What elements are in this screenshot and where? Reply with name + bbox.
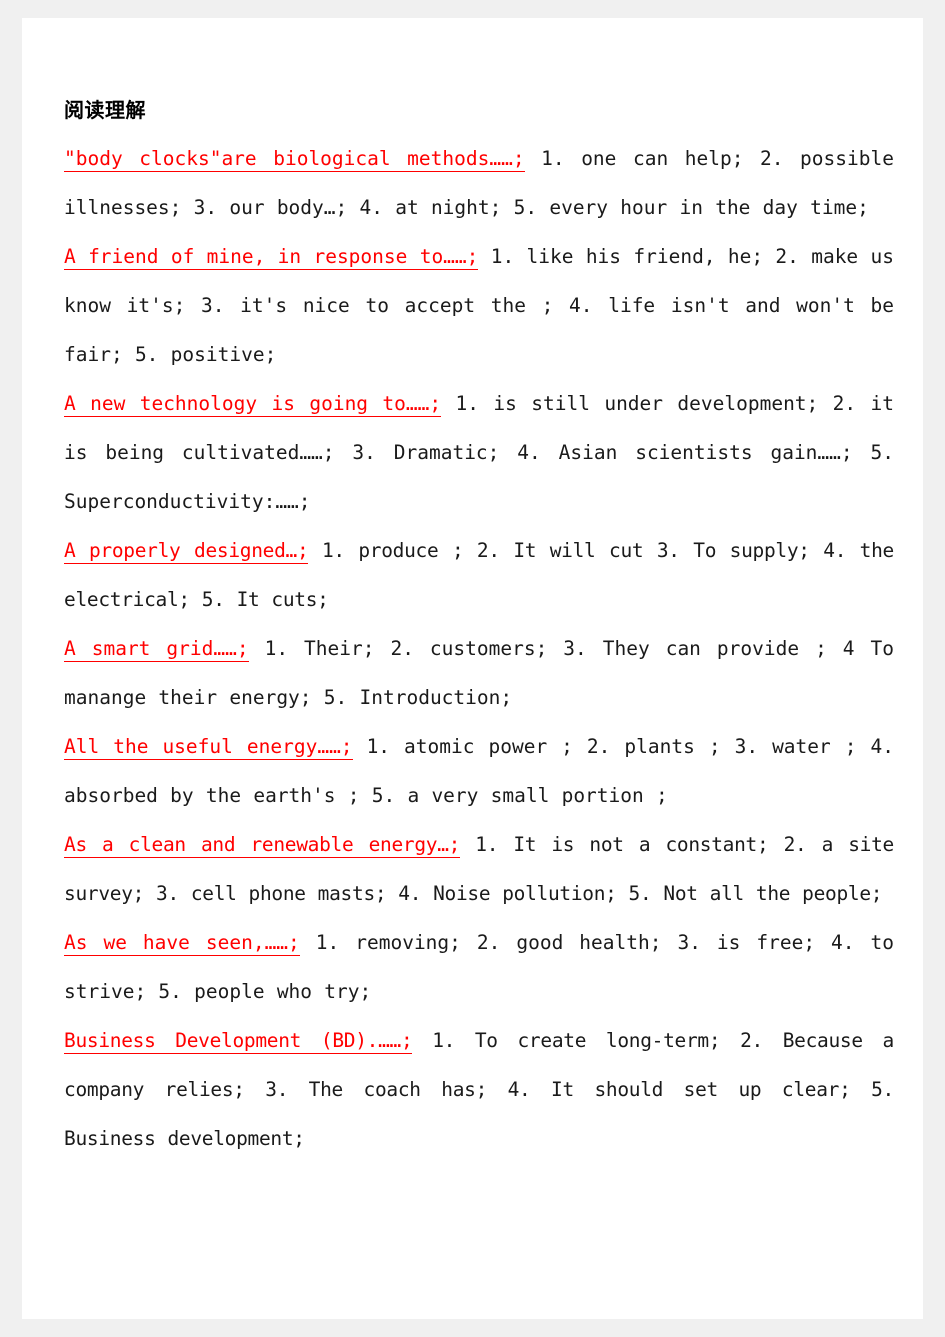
entry-title: As we have seen,……; (64, 931, 300, 956)
entry-item: A properly designed…; 1. produce ; 2. It… (64, 526, 894, 624)
entry-title: A properly designed…; (64, 539, 309, 564)
entry-item: Business Development (BD).……; 1. To crea… (64, 1016, 894, 1163)
entry-item: As we have seen,……; 1. removing; 2. good… (64, 918, 894, 1016)
entry-item: A friend of mine, in response to……; 1. l… (64, 232, 894, 379)
entry-title: A friend of mine, in response to……; (64, 245, 479, 270)
document-page: 阅读理解 "body clocks"are biological methods… (22, 18, 923, 1319)
entry-title: As a clean and renewable energy…; (64, 833, 461, 858)
entry-item: A smart grid……; 1. Their; 2. customers; … (64, 624, 894, 722)
entry-title: Business Development (BD).……; (64, 1029, 413, 1054)
entry-title: A new technology is going to……; (64, 392, 442, 417)
section-heading: 阅读理解 (64, 98, 146, 122)
entry-title: All the useful energy……; (64, 735, 353, 760)
entry-item: "body clocks"are biological methods……; 1… (64, 134, 894, 232)
entry-item: A new technology is going to……; 1. is st… (64, 379, 894, 526)
page-content: 阅读理解 "body clocks"are biological methods… (64, 96, 894, 1163)
entry-title: "body clocks"are biological methods……; (64, 147, 525, 172)
entry-item: As a clean and renewable energy…; 1. It … (64, 820, 894, 918)
entry-title: A smart grid……; (64, 637, 249, 662)
entry-item: All the useful energy……; 1. atomic power… (64, 722, 894, 820)
